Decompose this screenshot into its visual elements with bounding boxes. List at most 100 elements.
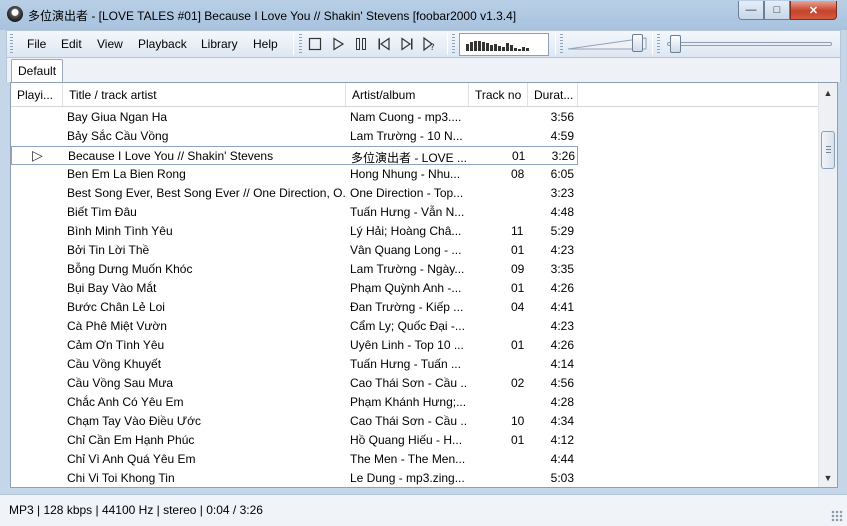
menu-playback[interactable]: Playback — [138, 37, 187, 51]
duration-cell: 4:12 — [550, 433, 574, 447]
pause-button[interactable] — [353, 36, 369, 52]
toolbar-grip[interactable] — [657, 34, 660, 54]
artist-album-cell: Tuấn Hưng - Vẫn N... — [350, 205, 465, 219]
table-row[interactable]: Chạm Tay Vào Điều Ước Cao Thái Sơn - Cầu … — [11, 412, 578, 431]
table-row[interactable]: Chi Vi Toi Khong Tin Le Dung - mp3.zing..… — [11, 469, 578, 487]
column-header-title[interactable]: Title / track artist — [63, 83, 346, 106]
window-title: 多位演出者 - [LOVE TALES #01] Because I Love … — [28, 9, 517, 23]
seek-bar-track[interactable] — [667, 42, 832, 46]
spectrum-visualizer[interactable] — [459, 33, 549, 56]
title-cell: Cảm Ơn Tình Yêu — [67, 338, 165, 352]
scrollbar-thumb[interactable] — [821, 131, 835, 169]
track-number-cell: 04 — [511, 300, 525, 314]
artist-album-cell: Đan Trường - Kiếp ... — [350, 300, 464, 314]
toolbar-grip[interactable] — [10, 34, 13, 54]
spectrum-bar — [522, 47, 525, 51]
toolbar-grip[interactable] — [299, 34, 302, 54]
artist-album-cell: Phạm Khánh Hưng;... — [350, 395, 466, 409]
menu-help[interactable]: Help — [253, 37, 278, 51]
stop-button[interactable] — [307, 36, 323, 52]
table-row[interactable]: Bụi Bay Vào Mắt Phạm Quỳnh Anh -... 01 4:26 — [11, 279, 578, 298]
status-text: MP3 | 128 kbps | 44100 Hz | stereo | 0:0… — [9, 503, 263, 517]
next-button[interactable] — [399, 36, 415, 52]
duration-cell: 4:41 — [550, 300, 574, 314]
previous-button[interactable] — [376, 36, 392, 52]
artist-album-cell: Lý Hải; Hoàng Châ... — [350, 224, 462, 238]
track-number-cell: 09 — [511, 262, 525, 276]
tab-default[interactable]: Default — [11, 59, 63, 82]
menu-file[interactable]: File — [27, 37, 46, 51]
scroll-down-arrow[interactable]: ▼ — [819, 469, 837, 486]
resize-grip[interactable] — [831, 510, 843, 522]
play-button[interactable] — [330, 36, 346, 52]
foobar-app-icon[interactable] — [7, 6, 23, 22]
vertical-scrollbar[interactable]: ▲ ▼ — [818, 83, 837, 487]
column-header-playing[interactable]: Playi... — [11, 83, 63, 106]
table-row[interactable]: Bình Minh Tình Yêu Lý Hải; Hoàng Châ... 11… — [11, 222, 578, 241]
table-row[interactable]: Chắc Anh Có Yêu Em Phạm Khánh Hưng;... 4:2… — [11, 393, 578, 412]
duration-cell: 3:26 — [551, 149, 575, 163]
minimize-button[interactable]: — — [738, 1, 764, 20]
title-cell: Bỗng Dưng Muốn Khóc — [67, 262, 193, 276]
duration-cell: 4:34 — [550, 414, 574, 428]
artist-album-cell: Cẩm Ly; Quốc Đại -... — [350, 319, 465, 333]
table-row[interactable]: Best Song Ever, Best Song Ever // One Di… — [11, 184, 578, 203]
duration-cell: 5:03 — [550, 471, 574, 485]
pause-icon — [356, 38, 366, 50]
artist-album-cell: One Direction - Top... — [350, 186, 464, 200]
menu-library[interactable]: Library — [201, 37, 238, 51]
volume-slider-thumb[interactable] — [631, 34, 643, 52]
table-row[interactable]: Biết Tìm Đâu Tuấn Hưng - Vẫn N... 4:48 — [11, 203, 578, 222]
playlist-header: Playi... Title / track artist Artist/alb… — [11, 83, 819, 107]
duration-cell: 4:26 — [550, 281, 574, 295]
title-cell: Cầu Vồng Khuyết — [67, 357, 162, 371]
artist-album-cell: Nam Cuong - mp3.... — [350, 110, 462, 124]
spectrum-bar — [526, 48, 529, 51]
seek-bar-thumb[interactable] — [670, 35, 682, 53]
table-row[interactable]: Bay Giua Ngan Ha Nam Cuong - mp3.... 3:56 — [11, 108, 578, 127]
spectrum-bar — [486, 43, 489, 51]
table-row[interactable]: Bảy Sắc Cầu Vồng Lam Trường - 10 N... 4:59 — [11, 127, 578, 146]
title-cell: Cầu Vồng Sau Mưa — [67, 376, 174, 390]
column-header-artist-album[interactable]: Artist/album — [346, 83, 469, 106]
playlist-tab-strip: Default — [6, 58, 841, 82]
scroll-up-arrow[interactable]: ▲ — [819, 84, 837, 101]
table-row[interactable]: Cảm Ơn Tình Yêu Uyên Linh - Top 10 ... 01 4… — [11, 336, 578, 355]
title-cell: Bước Chân Lẻ Loi — [67, 300, 165, 314]
menu-view[interactable]: View — [97, 37, 123, 51]
menu-edit[interactable]: Edit — [61, 37, 82, 51]
spectrum-bar — [502, 47, 505, 51]
close-button[interactable]: ✕ — [790, 1, 837, 20]
duration-cell: 4:59 — [550, 129, 574, 143]
table-row[interactable]: Bỗng Dưng Muốn Khóc Lam Trường - Ngày... 0… — [11, 260, 578, 279]
table-row[interactable]: Cầu Vồng Khuyết Tuấn Hưng - Tuấn ... 4:14 — [11, 355, 578, 374]
table-row[interactable]: Cà Phê Miệt Vườn Cẩm Ly; Quốc Đại -... 4:2… — [11, 317, 578, 336]
maximize-button[interactable]: □ — [764, 1, 790, 20]
spectrum-bar — [482, 42, 485, 51]
scrollbar-grip-line — [826, 152, 831, 153]
toolbar-grip[interactable] — [560, 34, 563, 54]
title-cell: Biết Tìm Đâu — [67, 205, 137, 219]
title-bar[interactable]: 多位演出者 - [LOVE TALES #01] Because I Love … — [0, 0, 847, 30]
random-button[interactable]: ? — [422, 36, 438, 52]
column-header-duration[interactable]: Durat... — [528, 83, 578, 106]
duration-cell: 4:28 — [550, 395, 574, 409]
column-header-track-no[interactable]: Track no — [469, 83, 528, 106]
table-row[interactable]: Cầu Vồng Sau Mưa Cao Thái Sơn - Cầu ... 02… — [11, 374, 578, 393]
spectrum-bar — [474, 41, 477, 51]
spectrum-bar — [514, 48, 517, 51]
table-row[interactable]: Bước Chân Lẻ Loi Đan Trường - Kiếp ... 04 4… — [11, 298, 578, 317]
duration-cell: 3:23 — [550, 186, 574, 200]
table-row[interactable]: Ben Em La Bien Rong Hong Nhung - Nhu... 08… — [11, 165, 578, 184]
table-row-now-playing[interactable]: ▷ Because I Love You // Shakin' Stevens 多位… — [11, 146, 578, 165]
artist-album-cell: Vân Quang Long - ... — [350, 243, 462, 257]
table-row[interactable]: Chỉ Cần Em Hạnh Phúc Hồ Quang Hiếu - H...… — [11, 431, 578, 450]
table-row[interactable]: Chỉ Vì Anh Quá Yêu Em The Men - The Men..… — [11, 450, 578, 469]
toolbar-grip[interactable] — [452, 34, 455, 54]
playing-indicator: ▷ — [32, 147, 43, 163]
table-row[interactable]: Bởi Tin Lời Thề Vân Quang Long - ... 01 4:2… — [11, 241, 578, 260]
duration-cell: 6:05 — [550, 167, 574, 181]
spectrum-bar — [490, 45, 493, 51]
playlist-view[interactable]: Playi... Title / track artist Artist/alb… — [10, 82, 838, 488]
track-number-cell: 01 — [511, 338, 525, 352]
